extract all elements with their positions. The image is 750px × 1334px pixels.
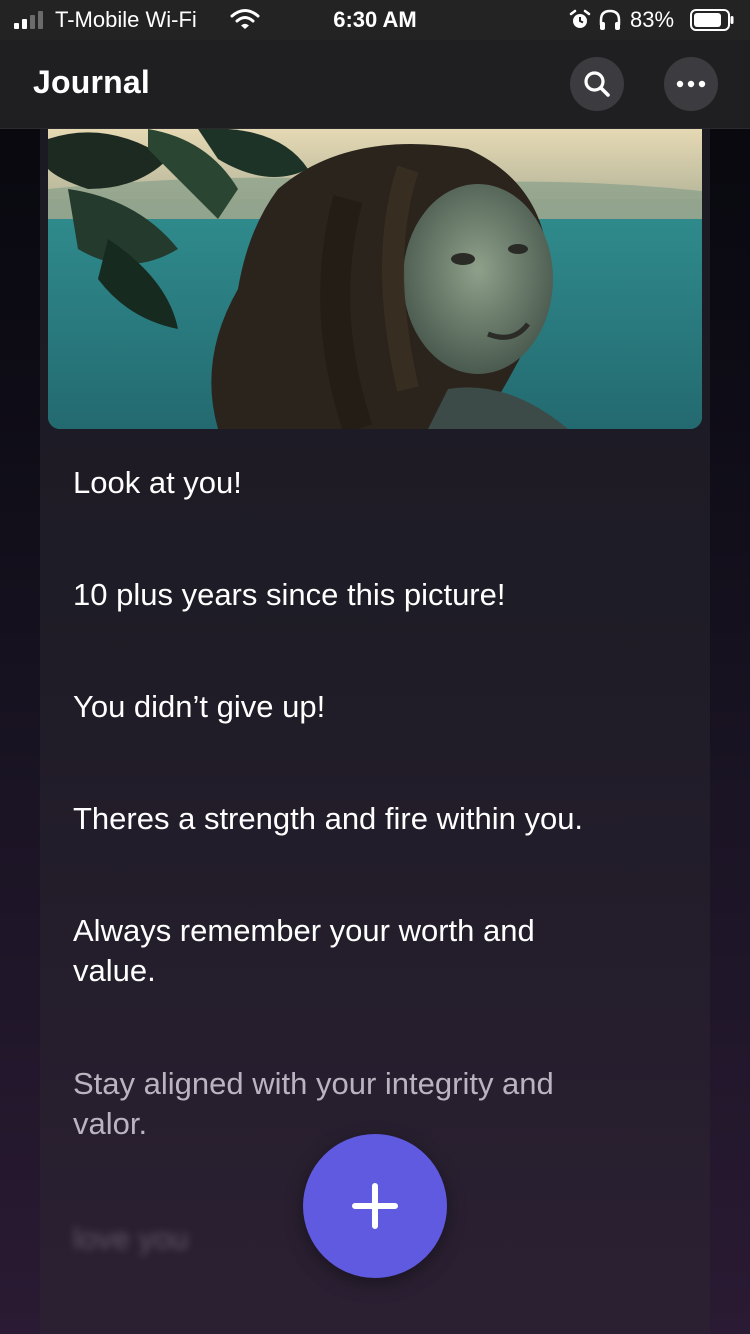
alarm-icon [569,9,591,37]
search-icon [584,71,610,97]
carrier-name: T-Mobile Wi-Fi [55,7,197,32]
entry-line: Always remember your worth and value. [73,913,535,988]
entry-line: Look at you! [73,465,242,500]
plus-icon [352,1183,398,1229]
more-icon [676,80,706,88]
app-header: Journal [0,40,750,129]
entry-line: Theres a strength and fire within you. [73,801,584,836]
battery-percent: 83% [630,7,675,32]
entry-photo[interactable] [48,129,702,429]
entry-line: You didn’t give up! [73,689,326,724]
add-entry-button[interactable] [303,1134,447,1278]
wifi-icon [230,8,260,36]
status-bar: T-Mobile Wi-Fi 6:30 AM 83% [0,0,750,40]
signal-strength-icon [14,11,43,29]
entry-line: Stay aligned with your integrity and val… [73,1066,554,1141]
search-button[interactable] [570,57,624,111]
more-options-button[interactable] [664,57,718,111]
headphones-icon [598,9,622,37]
page-title: Journal [33,64,150,100]
battery-icon [690,9,734,31]
entry-line: 10 plus years since this picture! [73,577,506,612]
